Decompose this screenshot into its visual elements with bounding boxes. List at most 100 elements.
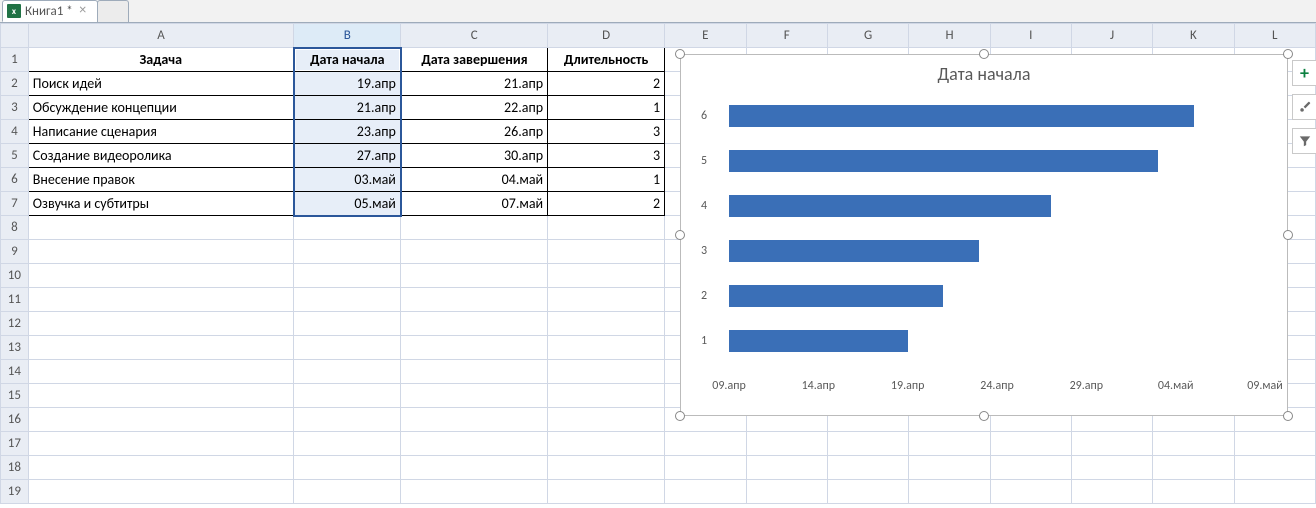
resize-handle-e[interactable]: [1283, 230, 1293, 240]
cell-D15[interactable]: [548, 384, 665, 408]
cell-C7[interactable]: 07.май: [401, 192, 548, 216]
cell-C1[interactable]: Дата завершения: [401, 48, 548, 72]
cell-C12[interactable]: [401, 312, 548, 336]
cell-A3[interactable]: Обсуждение концепции: [28, 96, 294, 120]
cell-D2[interactable]: 2: [548, 72, 665, 96]
cell-A1[interactable]: Задача: [28, 48, 294, 72]
cell-F19[interactable]: [746, 480, 827, 504]
cell-C6[interactable]: 04.май: [401, 168, 548, 192]
cell-C11[interactable]: [401, 288, 548, 312]
cell-B6[interactable]: 03.май: [294, 168, 401, 192]
cell-A2[interactable]: Поиск идей: [28, 72, 294, 96]
resize-handle-w[interactable]: [675, 230, 685, 240]
cell-C8[interactable]: [401, 216, 548, 240]
cell-J18[interactable]: [1071, 456, 1152, 480]
cell-A16[interactable]: [28, 408, 294, 432]
cell-C19[interactable]: [401, 480, 548, 504]
cell-D12[interactable]: [548, 312, 665, 336]
chart-title[interactable]: Дата начала: [681, 55, 1287, 89]
row-header[interactable]: 10: [1, 264, 29, 288]
cell-C10[interactable]: [401, 264, 548, 288]
row-header[interactable]: 17: [1, 432, 29, 456]
cell-C18[interactable]: [401, 456, 548, 480]
row-header[interactable]: 7: [1, 192, 29, 216]
cell-B12[interactable]: [294, 312, 401, 336]
cell-L17[interactable]: [1234, 432, 1315, 456]
row-header[interactable]: 13: [1, 336, 29, 360]
cell-A18[interactable]: [28, 456, 294, 480]
cell-A4[interactable]: Написание сценария: [28, 120, 294, 144]
cell-A15[interactable]: [28, 384, 294, 408]
resize-handle-sw[interactable]: [675, 411, 685, 421]
cell-D18[interactable]: [548, 456, 665, 480]
col-header-C[interactable]: C: [401, 24, 548, 48]
resize-handle-s[interactable]: [979, 411, 989, 421]
resize-handle-nw[interactable]: [675, 49, 685, 59]
cell-B9[interactable]: [294, 240, 401, 264]
row-header[interactable]: 4: [1, 120, 29, 144]
cell-B18[interactable]: [294, 456, 401, 480]
cell-H17[interactable]: [909, 432, 990, 456]
cell-I18[interactable]: [990, 456, 1071, 480]
cell-K18[interactable]: [1153, 456, 1234, 480]
row-header[interactable]: 6: [1, 168, 29, 192]
cell-C5[interactable]: 30.апр: [401, 144, 548, 168]
cell-B8[interactable]: [294, 216, 401, 240]
cell-B16[interactable]: [294, 408, 401, 432]
cell-G17[interactable]: [827, 432, 908, 456]
cell-E17[interactable]: [665, 432, 746, 456]
row-header[interactable]: 14: [1, 360, 29, 384]
row-header[interactable]: 5: [1, 144, 29, 168]
cell-E18[interactable]: [665, 456, 746, 480]
chart-bar[interactable]: [729, 150, 1158, 172]
cell-A6[interactable]: Внесение правок: [28, 168, 294, 192]
cell-B13[interactable]: [294, 336, 401, 360]
col-header-H[interactable]: H: [909, 24, 990, 48]
col-header-A[interactable]: A: [28, 24, 294, 48]
row-header[interactable]: 15: [1, 384, 29, 408]
col-header-B[interactable]: B: [294, 24, 401, 48]
cell-D4[interactable]: 3: [548, 120, 665, 144]
cell-B14[interactable]: [294, 360, 401, 384]
cell-D3[interactable]: 1: [548, 96, 665, 120]
cell-C14[interactable]: [401, 360, 548, 384]
chart-plot-area[interactable]: 654321: [705, 93, 1263, 373]
cell-D13[interactable]: [548, 336, 665, 360]
cell-D11[interactable]: [548, 288, 665, 312]
resize-handle-se[interactable]: [1283, 411, 1293, 421]
cell-B2[interactable]: 19.апр: [294, 72, 401, 96]
col-header-L[interactable]: L: [1234, 24, 1315, 48]
resize-handle-n[interactable]: [979, 49, 989, 59]
cell-B17[interactable]: [294, 432, 401, 456]
cell-B19[interactable]: [294, 480, 401, 504]
cell-A19[interactable]: [28, 480, 294, 504]
cell-C13[interactable]: [401, 336, 548, 360]
select-all-corner[interactable]: [1, 24, 29, 48]
cell-H18[interactable]: [909, 456, 990, 480]
cell-B7[interactable]: 05.май: [294, 192, 401, 216]
new-tab-button[interactable]: [97, 0, 129, 22]
cell-D19[interactable]: [548, 480, 665, 504]
col-header-E[interactable]: E: [665, 24, 746, 48]
cell-D6[interactable]: 1: [548, 168, 665, 192]
cell-B10[interactable]: [294, 264, 401, 288]
cell-E19[interactable]: [665, 480, 746, 504]
cell-F18[interactable]: [746, 456, 827, 480]
cell-A8[interactable]: [28, 216, 294, 240]
col-header-F[interactable]: F: [746, 24, 827, 48]
cell-B3[interactable]: 21.апр: [294, 96, 401, 120]
row-header[interactable]: 19: [1, 480, 29, 504]
col-header-I[interactable]: I: [990, 24, 1071, 48]
cell-D16[interactable]: [548, 408, 665, 432]
resize-handle-ne[interactable]: [1283, 49, 1293, 59]
cell-I19[interactable]: [990, 480, 1071, 504]
cell-B11[interactable]: [294, 288, 401, 312]
cell-H19[interactable]: [909, 480, 990, 504]
cell-C9[interactable]: [401, 240, 548, 264]
cell-F17[interactable]: [746, 432, 827, 456]
cell-C4[interactable]: 26.апр: [401, 120, 548, 144]
cell-A9[interactable]: [28, 240, 294, 264]
row-header[interactable]: 3: [1, 96, 29, 120]
cell-J19[interactable]: [1071, 480, 1152, 504]
chart-filter-button[interactable]: [1292, 128, 1316, 154]
